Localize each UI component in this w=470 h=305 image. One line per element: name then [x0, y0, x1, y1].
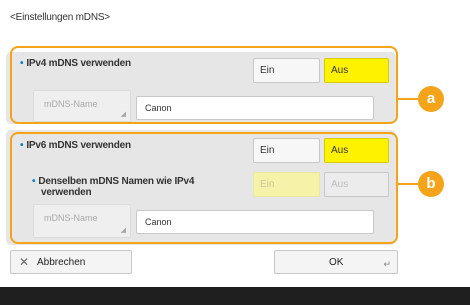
ipv4-mdns-label: • IPv4 mDNS verwenden	[20, 58, 131, 69]
ipv4-mdns-name-label: mDNS-Name	[44, 99, 98, 109]
enter-icon: ↵	[383, 259, 391, 269]
bullet-icon: •	[20, 58, 24, 69]
screen-title: <Einstellungen mDNS>	[10, 12, 110, 23]
bullet-icon: •	[20, 140, 24, 151]
same-name-off-button[interactable]: Aus	[324, 172, 389, 197]
ipv4-mdns-name-input[interactable]: Canon	[136, 96, 374, 120]
same-name-on-button[interactable]: Ein	[253, 172, 320, 197]
ipv4-off-button[interactable]: Aus	[324, 58, 389, 83]
callout-a-connector	[396, 98, 418, 100]
same-mdns-name-label: • Denselben mDNS Namen wie IPv4 verwenden	[32, 176, 195, 198]
ok-button[interactable]: OK ↵	[274, 250, 398, 274]
callout-b-badge: b	[418, 171, 444, 197]
cancel-button[interactable]: ✕ Abbrechen	[10, 250, 132, 274]
resize-corner-icon: ◢	[120, 227, 126, 234]
ipv6-mdns-label: • IPv6 mDNS verwenden	[20, 140, 131, 151]
close-icon: ✕	[19, 255, 30, 269]
ipv6-mdns-name-label: mDNS-Name	[44, 213, 98, 223]
ok-label: OK	[329, 257, 344, 268]
resize-corner-icon: ◢	[120, 111, 126, 118]
same-mdns-name-label-line2: verwenden	[41, 187, 92, 198]
callout-a-badge: a	[418, 86, 444, 112]
ipv6-mdns-name-label-box: mDNS-Name ◢	[33, 204, 131, 238]
ipv6-mdns-name-input[interactable]: Canon	[136, 210, 374, 234]
ipv4-mdns-name-label-box: mDNS-Name ◢	[33, 90, 131, 122]
ipv6-on-button[interactable]: Ein	[253, 138, 320, 163]
bullet-icon: •	[32, 176, 36, 187]
bottom-status-bar	[0, 287, 470, 305]
ipv4-on-button[interactable]: Ein	[253, 58, 320, 83]
ipv6-off-button[interactable]: Aus	[324, 138, 389, 163]
callout-b-connector	[396, 183, 418, 185]
cancel-label: Abbrechen	[37, 257, 86, 268]
